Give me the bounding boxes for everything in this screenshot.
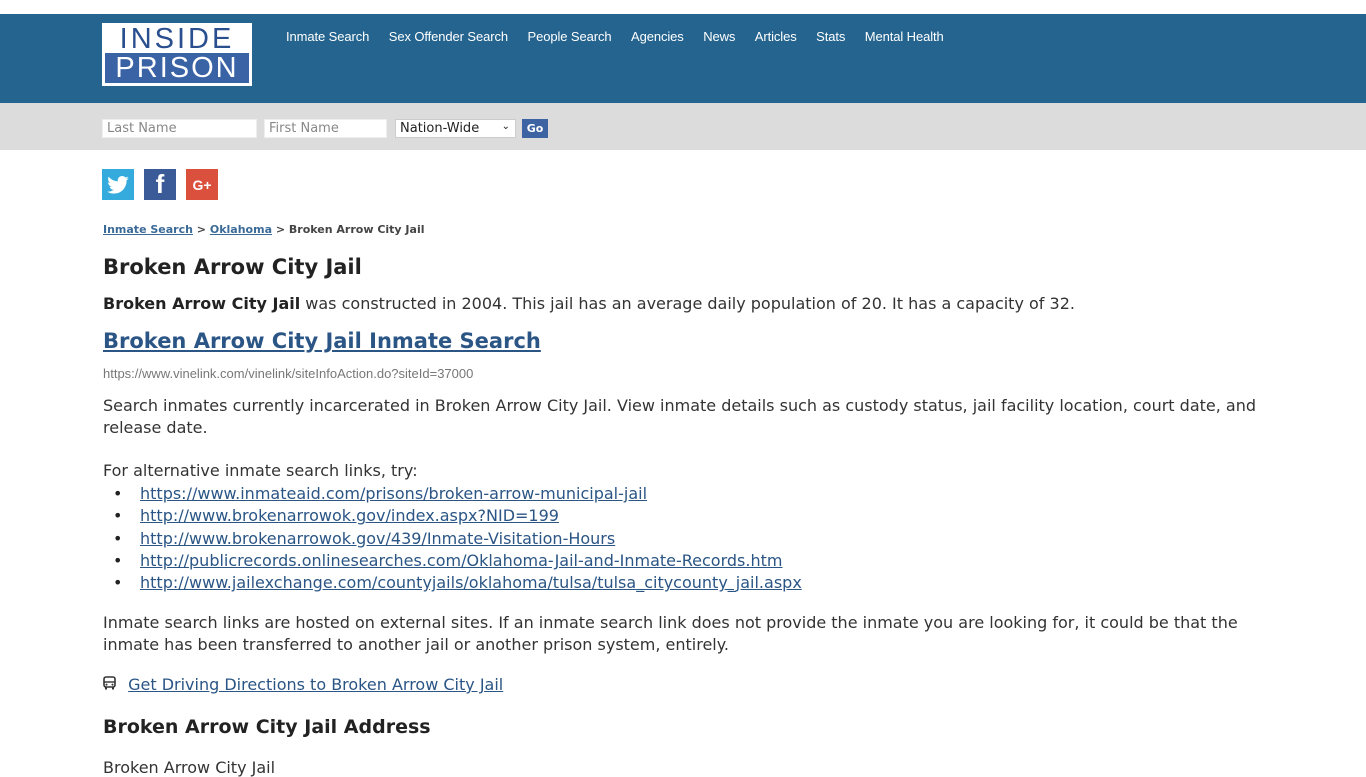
site-logo[interactable]: INSIDE PRISON xyxy=(102,23,252,86)
list-item: http://publicrecords.onlinesearches.com/… xyxy=(103,550,802,573)
social-share: f G+ xyxy=(102,169,218,200)
nav-agencies[interactable]: Agencies xyxy=(631,29,684,44)
nav-mental-health[interactable]: Mental Health xyxy=(865,29,944,44)
description-paragraph: Search inmates currently incarcerated in… xyxy=(103,396,1257,437)
alternative-links-list: https://www.inmateaid.com/prisons/broken… xyxy=(103,483,802,595)
external-links-note: Inmate search links are hosted on extern… xyxy=(103,613,1238,654)
chevron-down-icon: ⌄ xyxy=(501,121,510,132)
nav-stats[interactable]: Stats xyxy=(816,29,845,44)
alt-link[interactable]: http://publicrecords.onlinesearches.com/… xyxy=(140,551,782,570)
facebook-icon: f xyxy=(155,169,165,199)
facebook-share-button[interactable]: f xyxy=(144,169,176,200)
alt-link[interactable]: http://www.brokenarrowok.gov/439/Inmate-… xyxy=(140,529,615,548)
breadcrumb-separator: > xyxy=(196,223,207,236)
list-item: http://www.jailexchange.com/countyjails/… xyxy=(103,572,802,595)
search-bar: Nation-Wide ⌄ Go xyxy=(0,103,1366,150)
twitter-icon xyxy=(107,175,129,194)
inmate-search-link[interactable]: Broken Arrow City Jail Inmate Search xyxy=(103,329,541,353)
twitter-share-button[interactable] xyxy=(102,169,134,200)
googleplus-share-button[interactable]: G+ xyxy=(186,169,218,200)
first-name-input[interactable] xyxy=(264,119,387,138)
nav-articles[interactable]: Articles xyxy=(755,29,797,44)
bus-icon xyxy=(103,676,117,694)
googleplus-icon: G+ xyxy=(192,176,212,193)
nav-sex-offender-search[interactable]: Sex Offender Search xyxy=(389,29,508,44)
breadcrumb-current: Broken Arrow City Jail xyxy=(288,223,425,236)
nav-inmate-search[interactable]: Inmate Search xyxy=(286,29,369,44)
breadcrumb: Inmate Search > Oklahoma > Broken Arrow … xyxy=(103,223,424,236)
address-heading: Broken Arrow City Jail Address xyxy=(103,716,431,738)
breadcrumb-oklahoma[interactable]: Oklahoma xyxy=(210,223,272,236)
alt-link[interactable]: https://www.inmateaid.com/prisons/broken… xyxy=(140,484,647,503)
list-item: http://www.brokenarrowok.gov/index.aspx?… xyxy=(103,505,802,528)
list-item: http://www.brokenarrowok.gov/439/Inmate-… xyxy=(103,528,802,551)
site-header: INSIDE PRISON Inmate Search Sex Offender… xyxy=(0,14,1366,103)
top-strip xyxy=(0,0,1366,14)
intro-facility-name: Broken Arrow City Jail xyxy=(103,294,301,313)
nav-news[interactable]: News xyxy=(703,29,735,44)
last-name-input[interactable] xyxy=(102,119,257,138)
main-nav: Inmate Search Sex Offender Search People… xyxy=(286,29,963,44)
intro-paragraph: Broken Arrow City Jail was constructed i… xyxy=(103,294,1075,313)
alternative-links-intro: For alternative inmate search links, try… xyxy=(103,461,418,480)
inmate-search-url: https://www.vinelink.com/vinelink/siteIn… xyxy=(103,366,474,381)
logo-text-bottom: PRISON xyxy=(105,53,249,84)
driving-directions-link[interactable]: Get Driving Directions to Broken Arrow C… xyxy=(128,675,503,694)
go-button[interactable]: Go xyxy=(522,119,548,138)
page-title: Broken Arrow City Jail xyxy=(103,255,362,279)
breadcrumb-separator: > xyxy=(275,223,286,236)
intro-text: was constructed in 2004. This jail has a… xyxy=(300,294,1075,313)
list-item: https://www.inmateaid.com/prisons/broken… xyxy=(103,483,802,506)
directions-row: Get Driving Directions to Broken Arrow C… xyxy=(103,675,503,694)
breadcrumb-inmate-search[interactable]: Inmate Search xyxy=(103,223,193,236)
scope-select[interactable]: Nation-Wide ⌄ xyxy=(395,119,516,138)
alt-link[interactable]: http://www.brokenarrowok.gov/index.aspx?… xyxy=(140,506,559,525)
alt-link[interactable]: http://www.jailexchange.com/countyjails/… xyxy=(140,573,802,592)
logo-text-top: INSIDE xyxy=(119,23,235,55)
scope-select-value: Nation-Wide xyxy=(400,121,480,136)
nav-people-search[interactable]: People Search xyxy=(528,29,612,44)
